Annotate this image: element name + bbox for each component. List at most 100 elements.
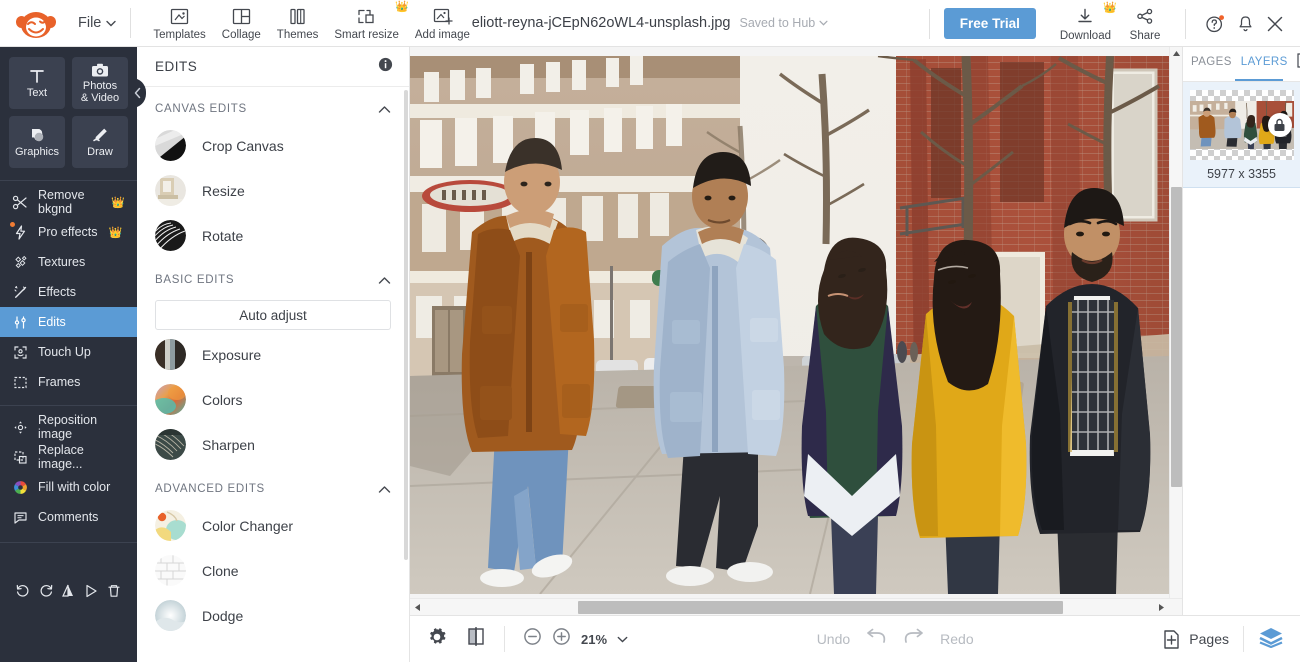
sidebar-tile-draw[interactable]: Draw [72,116,128,168]
sidebar-tiles: Text Photos & Video Graphics Draw [0,47,137,176]
edit-row-resize[interactable]: Resize [137,168,409,213]
edit-row-exposure[interactable]: Exposure [137,332,409,377]
left-sidebar: Text Photos& Video Graphics Draw Remove [0,47,145,662]
edit-row-colors-label: Colors [202,391,243,408]
flip-icon[interactable] [57,580,79,602]
scroll-left-arrow[interactable] [411,601,424,614]
canvas-horizontal-scroll-thumb[interactable] [578,601,1063,614]
sidebar-secondary-items: Reposition image Replace image... Fill w… [0,408,137,536]
canvas-area[interactable] [410,47,1182,615]
tool-collage[interactable]: Collage [214,4,269,42]
chevron-down-icon [617,636,628,643]
canvas-vertical-scrollbar[interactable] [1169,47,1182,615]
undo-icon[interactable] [12,580,34,602]
play-icon[interactable] [80,580,102,602]
help-button[interactable] [1200,9,1230,39]
edit-row-colors[interactable]: Colors [137,377,409,422]
tab-pages[interactable]: PAGES [1191,56,1232,70]
frame-icon [12,374,29,391]
layer-item[interactable]: 5977 x 3355 [1183,82,1300,188]
zoom-controls: 21% [523,627,628,651]
chevron-down-icon [819,20,828,26]
sidebar-item-fill-with-color[interactable]: Fill with color [0,472,137,502]
top-tools: Templates Collage Themes 👑 Smart resize … [145,2,478,42]
section-canvas-edits[interactable]: CANVAS EDITS [137,87,409,123]
auto-adjust-button[interactable]: Auto adjust [155,300,391,330]
bottom-divider [1242,626,1244,652]
sidebar-tile-text[interactable]: Text [9,57,65,109]
download-button[interactable]: 👑 Download [1052,1,1119,43]
panel-scrollbar[interactable] [404,90,408,560]
canvas-image[interactable] [410,56,1169,594]
zoom-out-button[interactable] [523,627,542,651]
layer-dimensions: 5977 x 3355 [1207,167,1276,181]
tool-templates[interactable]: Templates [145,4,213,42]
crown-icon-pro-effects: 👑 [108,226,123,239]
section-advanced-edits[interactable]: ADVANCED EDITS [137,467,409,503]
share-button[interactable]: Share [1119,5,1171,43]
edit-row-dodge[interactable]: Dodge [137,593,409,638]
settings-button[interactable] [426,626,448,653]
rotate-thumb-icon [155,220,186,251]
tool-add-image[interactable]: Add image [407,4,478,42]
colors-thumb-icon [155,384,186,415]
trash-icon[interactable] [103,580,125,602]
download-icon [1075,6,1095,28]
edit-row-clone[interactable]: Clone [137,548,409,593]
edits-panel-title: EDITS [155,59,198,74]
close-button[interactable] [1260,9,1290,39]
lightning-icon [12,224,29,241]
zoom-in-button[interactable] [552,627,571,651]
saved-status[interactable]: Saved to Hub [739,16,828,30]
sidebar-item-pro-effects[interactable]: Pro effects 👑 [0,217,137,247]
tool-smart-resize[interactable]: 👑 Smart resize [326,2,409,42]
free-trial-button[interactable]: Free Trial [943,8,1036,39]
sidebar-item-remove-bkgnd[interactable]: Remove bkgnd 👑 [0,187,137,217]
canvas-horizontal-scrollbar[interactable] [410,598,1182,615]
undo-button[interactable] [864,627,888,652]
sidebar-item-remove-bkgnd-label: Remove bkgnd [38,188,85,216]
layer-lock-button[interactable] [1267,113,1292,137]
tab-layers[interactable]: LAYERS [1241,56,1288,70]
edit-row-clone-label: Clone [202,562,239,579]
sidebar-tile-graphics[interactable]: Graphics [9,116,65,168]
edit-row-sharpen[interactable]: Sharpen [137,422,409,467]
crown-icon-download: 👑 [1103,1,1117,14]
section-advanced-edits-title: ADVANCED EDITS [155,483,265,495]
sidebar-item-comments[interactable]: Comments [0,502,137,532]
edit-row-color-changer[interactable]: Color Changer [137,503,409,548]
pages-button[interactable]: Pages [1162,629,1229,650]
section-basic-edits[interactable]: BASIC EDITS [137,258,409,294]
bottom-toolbar: 21% Undo Redo Pages [410,615,1300,662]
layers-button[interactable] [1258,626,1284,653]
exposure-thumb-icon [155,339,186,370]
redo-button[interactable] [902,627,926,652]
redo-icon[interactable] [35,580,57,602]
sidebar-tile-photos-video[interactable]: Photos & Video [72,57,128,109]
scroll-right-arrow[interactable] [1155,601,1168,614]
sidebar-item-edits[interactable]: Edits [0,307,145,337]
canvas-vertical-scroll-thumb[interactable] [1171,187,1182,487]
sidebar-item-replace-image[interactable]: Replace image... [0,442,137,472]
compare-button[interactable] [466,626,486,652]
info-icon[interactable] [378,57,393,77]
sidebar-item-frames[interactable]: Frames [0,367,137,397]
sidebar-item-reposition-image[interactable]: Reposition image [0,412,137,442]
zoom-dropdown-button[interactable] [617,630,628,648]
file-menu-button[interactable]: File [78,15,117,31]
edit-row-resize-label: Resize [202,182,245,199]
sidebar-item-effects[interactable]: Effects [0,277,137,307]
edit-row-rotate[interactable]: Rotate [137,213,409,258]
edit-row-crop-canvas-label: Crop Canvas [202,137,284,154]
sidebar-item-comments-label: Comments [38,510,99,524]
tool-themes[interactable]: Themes [269,4,327,42]
sidebar-item-touch-up[interactable]: Touch Up [0,337,137,367]
app-logo[interactable] [14,6,58,40]
sidebar-item-replace-image-label: Replace image... [38,443,84,471]
notifications-button[interactable] [1230,9,1260,39]
scroll-up-arrow[interactable] [1170,47,1182,60]
sidebar-item-textures[interactable]: Textures [0,247,137,277]
redo-label: Redo [940,631,974,647]
edit-row-crop-canvas[interactable]: Crop Canvas [137,123,409,168]
help-circle-icon [1206,14,1224,32]
